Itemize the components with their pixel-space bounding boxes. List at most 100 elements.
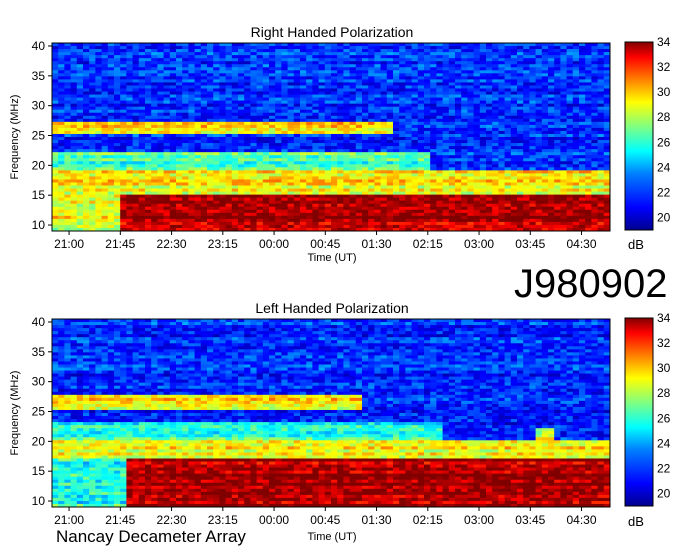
heatmap-cell [244,185,251,189]
heatmap-cell [455,103,462,108]
heatmap-cell [250,152,257,156]
heatmap-cell [510,103,518,108]
heatmap-cell [169,143,177,147]
heatmap-cell [275,143,282,147]
heatmap-cell [95,49,102,53]
heatmap-cell [510,106,518,111]
heatmap-cell [269,133,276,138]
heatmap-cell [430,206,437,211]
heatmap-cell [300,52,307,56]
heatmap-cell [430,94,437,98]
heatmap-cell [473,127,481,132]
heatmap-cell [52,73,59,77]
heatmap-cell [529,91,536,95]
heatmap-cell [498,109,505,114]
heatmap-cell [417,140,425,144]
heatmap-cell [312,221,319,226]
heatmap-cell [52,100,59,105]
heatmap-cell [151,158,158,162]
heatmap-cell [275,61,282,65]
heatmap-cell [70,97,78,102]
heatmap-cell [380,124,388,129]
heatmap-cell [132,82,140,86]
heatmap-cell [275,73,282,77]
heatmap-cell [399,91,406,95]
heatmap-cell [200,85,208,89]
heatmap-cell [145,164,152,168]
heatmap-cell [380,46,388,50]
heatmap-cell [120,58,127,62]
heatmap-cell [399,215,406,220]
heatmap-cell [517,206,524,211]
heatmap-cell [417,209,425,214]
heatmap-cell [300,112,307,117]
heatmap-cell [132,94,140,98]
heatmap-cell [510,179,518,183]
heatmap-cell [355,58,363,62]
heatmap-cell [386,200,394,205]
heatmap-cell [306,179,313,183]
heatmap-cell [219,194,226,199]
heatmap-cell [355,124,363,129]
heatmap-cell [256,103,264,108]
heatmap-cell [95,67,102,71]
heatmap-cell [231,67,239,71]
heatmap-cell [355,115,363,120]
heatmap-cell [120,64,127,68]
heatmap-cell [461,67,468,71]
heatmap-cell [479,200,487,205]
heatmap-cell [281,58,288,62]
heatmap-cell [510,61,518,65]
heatmap-cell [157,224,164,229]
heatmap-cell [510,109,518,114]
heatmap-cell [120,100,127,105]
heatmap-cell [368,85,375,89]
heatmap-cell [219,140,226,144]
heatmap-cell [293,49,301,53]
heatmap-cell [374,146,381,150]
heatmap-cell [486,215,493,220]
heatmap-cell [436,130,443,135]
heatmap-cell [275,194,282,199]
heatmap-cell [300,164,307,168]
heatmap-cell [448,161,456,165]
heatmap-cell [231,91,239,95]
heatmap-cell [138,143,146,147]
heatmap-cell [256,221,264,226]
heatmap-cell [120,149,127,153]
heatmap-cell [219,52,226,56]
heatmap-cell [442,94,450,98]
heatmap-cell [411,100,419,105]
heatmap-cell [442,61,450,65]
heatmap-cell [380,137,388,141]
heatmap-cell [510,167,518,171]
heatmap-cell [101,182,109,186]
heatmap-cell [126,176,133,180]
heatmap-cell [95,140,102,144]
heatmap-cell [312,97,319,102]
heatmap-cell [293,182,301,186]
heatmap-cell [126,76,133,80]
heatmap-cell [442,79,450,83]
heatmap-cell [399,209,406,214]
heatmap-cell [362,49,369,53]
heatmap-cell [250,155,257,159]
heatmap-cell [386,70,394,74]
heatmap-cell [380,182,388,186]
heatmap-cell [486,185,493,189]
heatmap-cell [318,124,326,129]
heatmap-cell [52,118,59,123]
heatmap-cell [213,182,220,186]
heatmap-cell [517,112,524,117]
heatmap-cell [492,158,499,162]
heatmap-cell [293,176,301,180]
heatmap-cell [275,109,282,114]
heatmap-cell [411,185,419,189]
heatmap-cell [386,161,394,165]
heatmap-cell [269,46,276,50]
heatmap-cell [52,127,59,132]
heatmap-cell [318,97,326,102]
heatmap-cell [455,221,462,226]
heatmap-cell [114,179,121,183]
heatmap-cell [386,82,394,86]
